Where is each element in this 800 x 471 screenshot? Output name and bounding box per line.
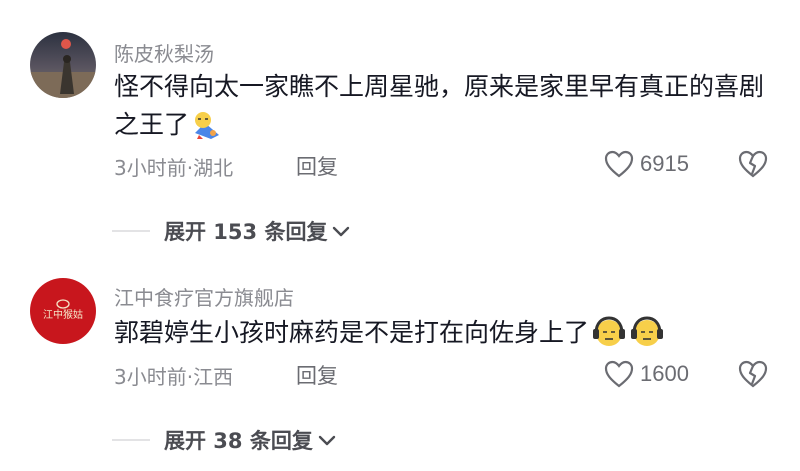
comment-time-location: 3小时前·江西 [114, 365, 234, 389]
headphone-face-emoji-icon [591, 315, 627, 360]
svg-text:江中猴姑: 江中猴姑 [43, 308, 83, 321]
username[interactable]: 陈皮秋梨汤 [114, 38, 214, 67]
dislike-button[interactable] [738, 360, 768, 392]
like-count: 6915 [640, 151, 689, 176]
expand-replies-label: 展开 153 条回复 [164, 220, 328, 244]
sleepy-character-emoji-icon [191, 109, 223, 152]
chevron-down-icon [318, 435, 336, 446]
comment-text-content: 郭碧婷生小孩时麻药是不是打在向佐身上了 [114, 318, 590, 347]
heart-icon [604, 360, 634, 388]
divider [112, 439, 150, 441]
avatar[interactable]: 江中猴姑 [30, 278, 96, 344]
like-button[interactable]: 6915 [604, 150, 689, 178]
broken-heart-icon [738, 150, 768, 178]
reply-button[interactable]: 回复 [296, 151, 338, 181]
like-button[interactable]: 1600 [604, 360, 689, 388]
comment-text: 郭碧婷生小孩时麻药是不是打在向佐身上了 [114, 314, 784, 360]
avatar[interactable] [30, 32, 96, 98]
chevron-down-icon [333, 226, 350, 237]
username[interactable]: 江中食疗官方旗舰店 [114, 282, 294, 311]
expand-replies-button[interactable]: 展开 38 条回复 [112, 425, 337, 455]
heart-icon [604, 150, 634, 178]
expand-replies-button[interactable]: 展开 153 条回复 [112, 216, 351, 246]
broken-heart-icon [738, 360, 768, 388]
headphone-face-emoji-icon [629, 315, 665, 360]
comment-time-location: 3小时前·湖北 [114, 156, 234, 180]
like-count: 1600 [640, 361, 689, 386]
divider [112, 230, 150, 232]
expand-replies-label: 展开 38 条回复 [164, 429, 313, 453]
comment-text: 怪不得向太一家瞧不上周星驰，原来是家里早有真正的喜剧之王了 [114, 68, 784, 152]
brand-logo-avatar: 江中猴姑 [30, 278, 96, 344]
reply-button[interactable]: 回复 [296, 360, 338, 390]
avatar-photo-image [30, 32, 96, 98]
dislike-button[interactable] [738, 150, 768, 182]
